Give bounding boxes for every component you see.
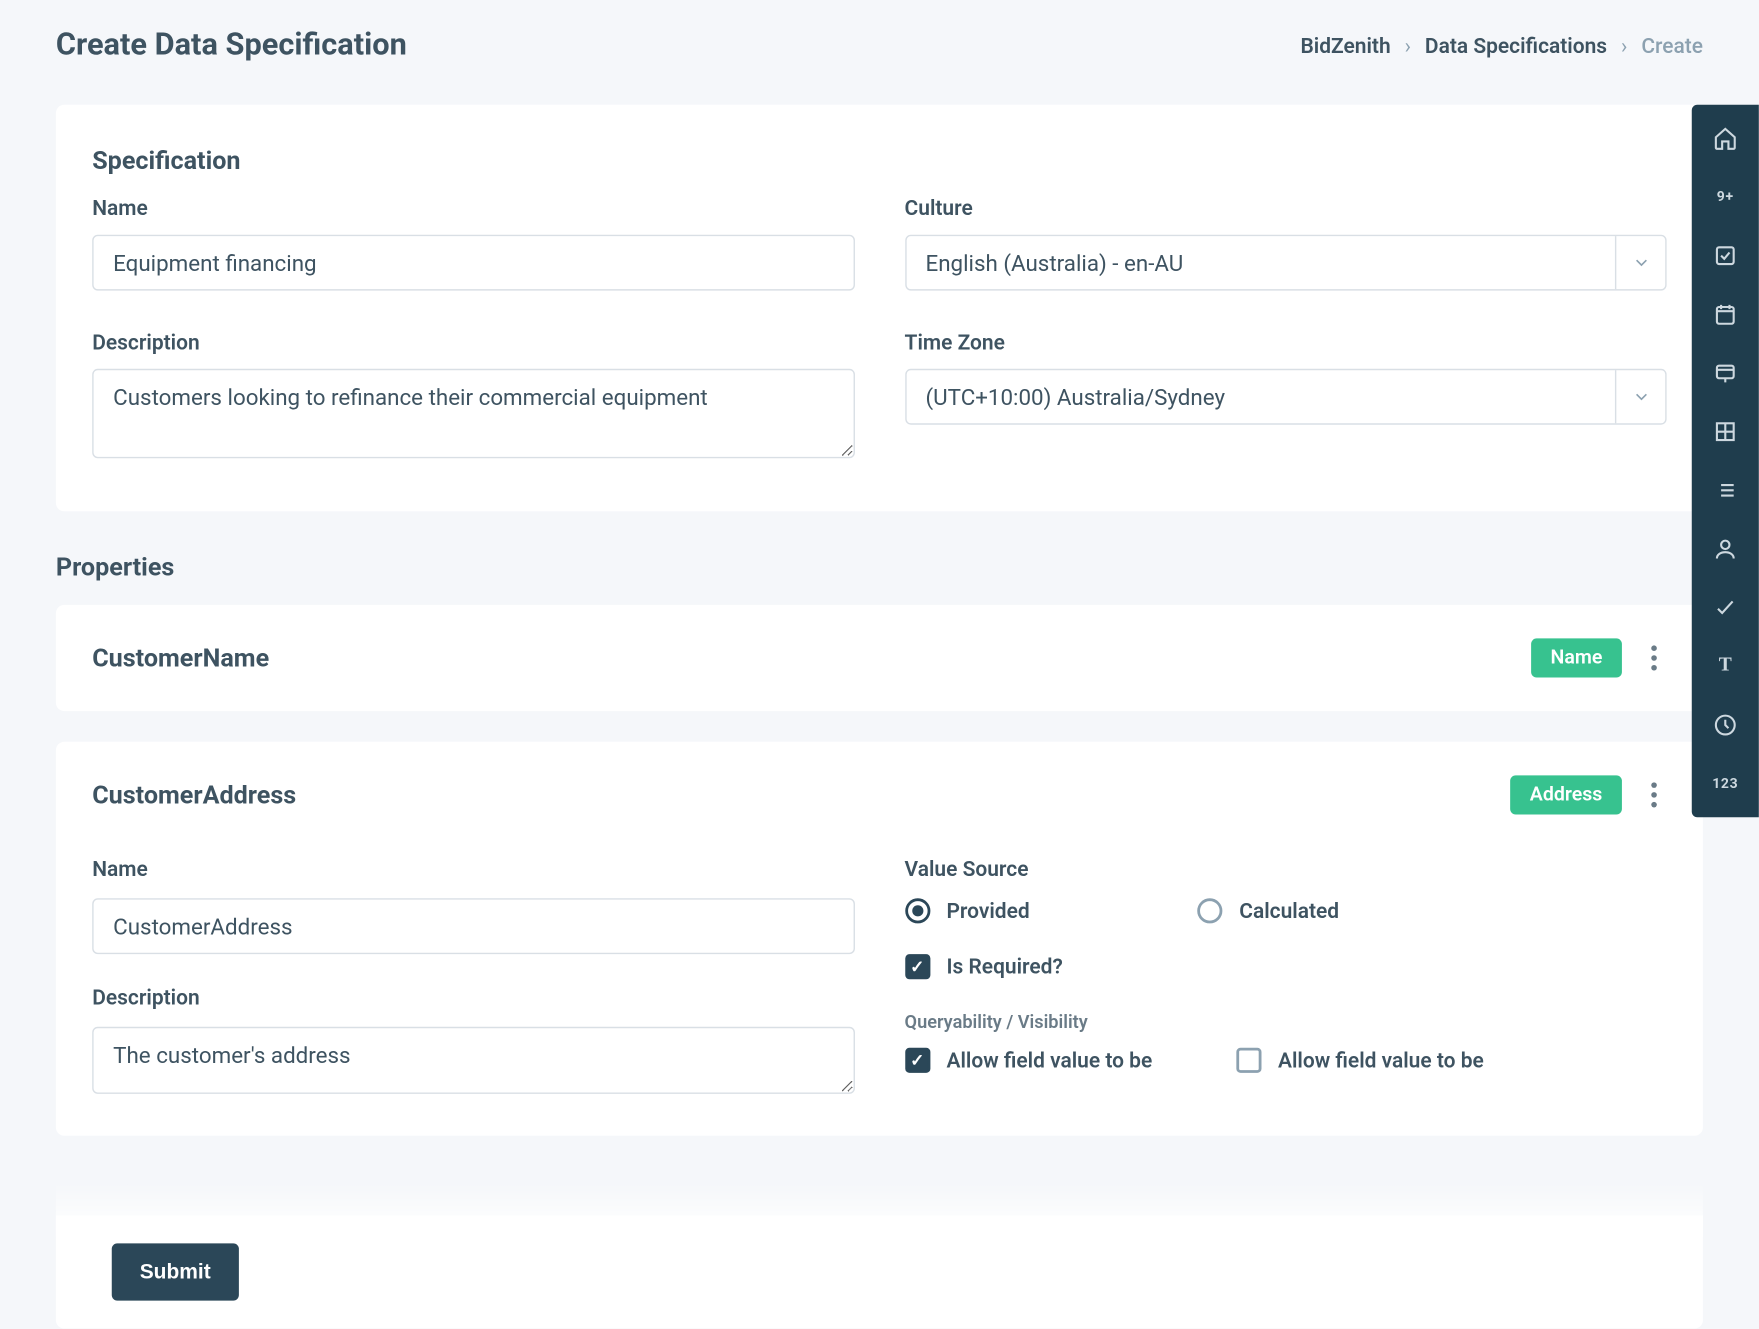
allow-queryable-checkbox[interactable]: ✓ Allow field value to be — [905, 1048, 1153, 1073]
list-icon[interactable] — [1711, 476, 1739, 504]
property-card-customer-name: CustomerName Name — [56, 605, 1703, 711]
person-icon[interactable] — [1711, 535, 1739, 563]
home-icon[interactable] — [1711, 124, 1739, 152]
queryability-label: Queryability / Visibility — [905, 1013, 1667, 1034]
is-required-checkbox[interactable]: ✓ Is Required? — [905, 954, 1667, 979]
chevron-right-icon: › — [1621, 33, 1627, 58]
badge-icon[interactable]: 9+ — [1711, 183, 1739, 211]
property-name: CustomerAddress — [92, 780, 296, 809]
spec-desc-textarea[interactable] — [92, 369, 854, 458]
prop-desc-label: Description — [92, 985, 854, 1010]
property-name: CustomerName — [92, 643, 269, 672]
spec-tz-select[interactable]: (UTC+10:00) Australia/Sydney — [905, 369, 1667, 425]
radio-icon — [905, 898, 930, 923]
checkbox-icon: ✓ — [905, 954, 930, 979]
breadcrumb-current: Create — [1641, 33, 1703, 58]
prop-desc-textarea[interactable] — [92, 1027, 854, 1094]
breadcrumb: BidZenith › Data Specifications › Create — [1300, 33, 1702, 58]
spec-desc-label: Description — [92, 330, 854, 355]
property-type-badge: Name — [1531, 638, 1622, 677]
chevron-right-icon: › — [1405, 33, 1411, 58]
value-source-calculated[interactable]: Calculated — [1197, 898, 1339, 923]
prop-name-input[interactable] — [92, 898, 854, 954]
breadcrumb-data-specs[interactable]: Data Specifications — [1425, 33, 1607, 58]
text-icon[interactable]: T — [1711, 652, 1739, 680]
property-card-customer-address: CustomerAddress Address Name Description… — [56, 742, 1703, 1136]
specification-card: Specification Name Culture English (Aust… — [56, 105, 1703, 512]
specification-section-title: Specification — [92, 147, 1666, 176]
spec-culture-select[interactable]: English (Australia) - en-AU — [905, 235, 1667, 291]
calendar-icon[interactable] — [1711, 300, 1739, 328]
presentation-icon[interactable] — [1711, 359, 1739, 387]
property-menu-button[interactable] — [1641, 640, 1666, 676]
checkbox-label: Allow field value to be — [946, 1048, 1152, 1073]
allow-public-checkbox[interactable]: Allow field value to be — [1236, 1048, 1484, 1073]
checkbox-icon: ✓ — [905, 1048, 930, 1073]
checkbox-label: Allow field value to be — [1278, 1048, 1484, 1073]
value-source-label: Value Source — [905, 856, 1667, 881]
spec-culture-label: Culture — [905, 196, 1667, 221]
page-title: Create Data Specification — [56, 28, 407, 63]
spec-name-input[interactable] — [92, 235, 854, 291]
submit-button[interactable]: Submit — [112, 1243, 239, 1300]
spec-tz-value: (UTC+10:00) Australia/Sydney — [926, 383, 1615, 410]
number-icon[interactable]: 123 — [1711, 770, 1739, 798]
radio-label: Provided — [946, 898, 1029, 923]
radio-icon — [1197, 898, 1222, 923]
checkbox-type-icon[interactable] — [1711, 242, 1739, 270]
spec-name-label: Name — [92, 196, 854, 221]
chevron-down-icon — [1615, 370, 1665, 423]
table-icon[interactable] — [1711, 418, 1739, 446]
properties-heading: Properties — [56, 553, 1703, 582]
prop-name-label: Name — [92, 856, 854, 881]
type-rail: 9+ T 123 — [1692, 105, 1759, 817]
spec-tz-label: Time Zone — [905, 330, 1667, 355]
clock-icon[interactable] — [1711, 711, 1739, 739]
breadcrumb-root[interactable]: BidZenith — [1300, 33, 1390, 58]
check-icon[interactable] — [1711, 594, 1739, 622]
value-source-provided[interactable]: Provided — [905, 898, 1030, 923]
chevron-down-icon — [1615, 236, 1665, 289]
property-type-badge: Address — [1510, 775, 1622, 814]
radio-label: Calculated — [1239, 898, 1339, 923]
footer-bar: Submit — [56, 1215, 1703, 1328]
checkbox-label: Is Required? — [946, 954, 1062, 979]
property-menu-button[interactable] — [1641, 777, 1666, 813]
spec-culture-value: English (Australia) - en-AU — [926, 249, 1615, 276]
checkbox-icon — [1236, 1048, 1261, 1073]
